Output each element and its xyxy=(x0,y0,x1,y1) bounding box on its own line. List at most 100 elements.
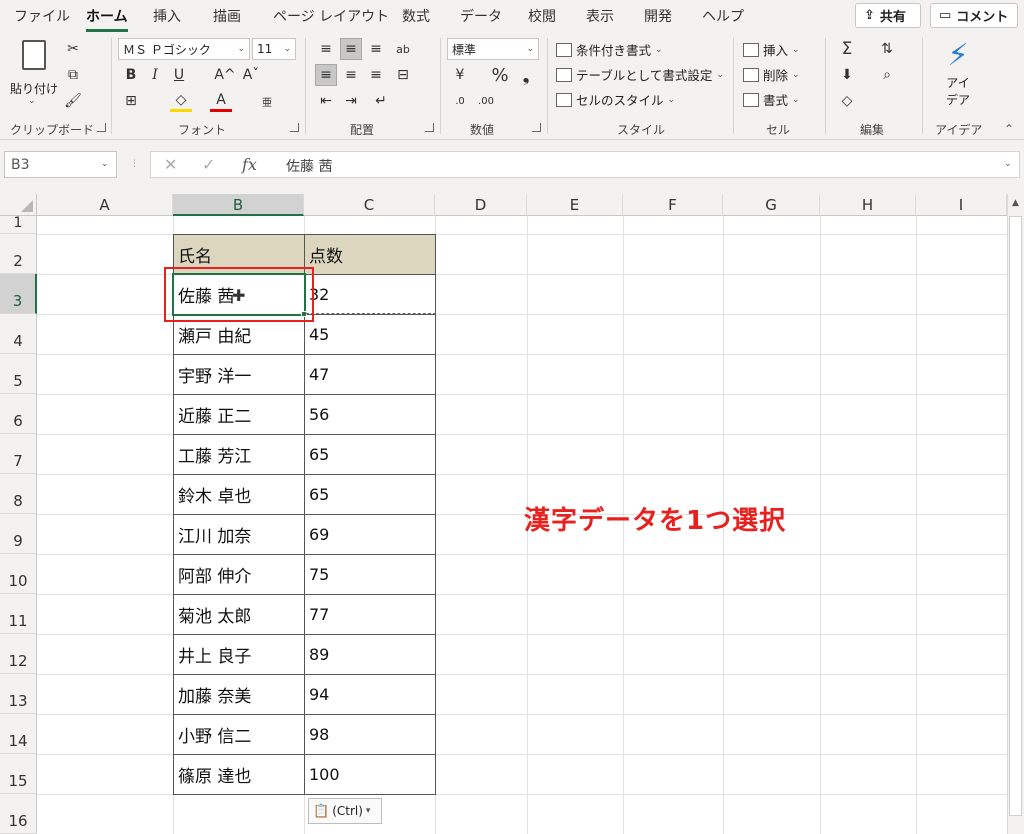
score-cell[interactable]: 94 xyxy=(305,675,435,714)
share-button[interactable]: ⇪ 共有 xyxy=(855,3,921,28)
currency-icon[interactable]: ¥ xyxy=(449,64,471,86)
autosum-icon[interactable]: Σ xyxy=(836,38,858,60)
name-cell[interactable]: 加藤 奈美 xyxy=(174,675,304,714)
score-cell[interactable]: 100 xyxy=(305,755,435,794)
format-cells-button[interactable]: 書式 ⌄ xyxy=(743,90,800,109)
column-header-f[interactable]: F xyxy=(623,194,723,216)
orientation-icon[interactable]: ab xyxy=(392,38,414,60)
align-bottom-icon[interactable]: ≡ xyxy=(365,38,387,60)
score-cell[interactable]: 45 xyxy=(305,315,435,354)
row-header-13[interactable]: 13 xyxy=(0,674,37,714)
align-right-icon[interactable]: ≡ xyxy=(365,64,387,86)
name-box-dropdown-icon[interactable]: ⌄ xyxy=(101,159,109,169)
expand-formula-bar-icon[interactable]: ⌄ xyxy=(1004,159,1012,169)
scrollbar-thumb[interactable] xyxy=(1009,216,1022,816)
align-middle-icon[interactable]: ≡ xyxy=(340,38,362,60)
collapse-ribbon-icon[interactable]: ⌃ xyxy=(1004,122,1014,136)
cancel-icon[interactable]: ✕ xyxy=(164,155,177,174)
decrease-decimal-icon[interactable]: .00 xyxy=(475,90,497,112)
column-header-b[interactable]: B xyxy=(173,194,304,216)
name-cell[interactable]: 工藤 芳江 xyxy=(174,435,304,474)
name-cell[interactable]: 阿部 伸介 xyxy=(174,555,304,594)
column-header-e[interactable]: E xyxy=(527,194,623,216)
borders-icon[interactable]: ⊞ xyxy=(120,90,142,112)
italic-button[interactable]: I xyxy=(144,64,166,86)
cell-styles-button[interactable]: セルのスタイル ⌄ xyxy=(556,90,675,109)
column-header-i[interactable]: I xyxy=(916,194,1007,216)
fill-color-icon[interactable]: ◇ xyxy=(170,90,192,112)
formula-input[interactable] xyxy=(150,151,1020,178)
merge-center-icon[interactable]: ⊟ xyxy=(392,64,414,86)
insert-cells-button[interactable]: 挿入 ⌄ xyxy=(743,40,800,59)
row-header-8[interactable]: 8 xyxy=(0,474,37,514)
font-color-icon[interactable]: A xyxy=(210,90,232,112)
tab-draw[interactable]: 描画 xyxy=(213,6,241,26)
name-cell[interactable]: 菊池 太郎 xyxy=(174,595,304,634)
score-cell[interactable]: 65 xyxy=(305,435,435,474)
tab-insert[interactable]: 挿入 xyxy=(153,6,181,26)
underline-button[interactable]: U xyxy=(168,64,190,86)
font-name-select[interactable]: ＭＳ Ｐゴシック ⌄ xyxy=(118,38,250,60)
align-top-icon[interactable]: ≡ xyxy=(315,38,337,60)
name-cell[interactable]: 井上 良子 xyxy=(174,635,304,674)
tab-help[interactable]: ヘルプ xyxy=(702,6,744,26)
ideas-button[interactable]: ⚡ アイ デア xyxy=(935,38,981,112)
number-format-select[interactable]: 標準 ⌄ xyxy=(447,38,539,60)
vertical-scrollbar[interactable]: ▲ xyxy=(1007,194,1024,834)
row-header-4[interactable]: 4 xyxy=(0,314,37,354)
font-launcher-icon[interactable] xyxy=(290,123,299,132)
number-launcher-icon[interactable] xyxy=(532,123,541,132)
wrap-text-icon[interactable]: ↵ xyxy=(370,90,392,112)
shrink-font-button[interactable]: Aˇ xyxy=(240,64,262,86)
format-as-table-button[interactable]: テーブルとして書式設定 ⌄ xyxy=(556,65,724,84)
align-center-icon[interactable]: ≡ xyxy=(340,64,362,86)
row-header-3[interactable]: 3 xyxy=(0,274,37,314)
percent-button[interactable]: % xyxy=(489,64,511,86)
worksheet-grid[interactable]: A B C D E F G H I 1 2 3 4 5 6 7 8 9 10 1… xyxy=(0,194,1024,834)
score-cell[interactable]: 32 xyxy=(305,275,435,314)
row-header-5[interactable]: 5 xyxy=(0,354,37,394)
tab-view[interactable]: 表示 xyxy=(586,6,614,26)
paste-options-button[interactable]: 📋 (Ctrl) ▾ xyxy=(308,798,382,824)
increase-decimal-icon[interactable]: .0 xyxy=(449,90,471,112)
phonetic-icon[interactable]: 亜 xyxy=(256,90,278,112)
tab-home[interactable]: ホーム xyxy=(86,6,128,32)
sort-filter-icon[interactable]: ⇅ xyxy=(876,38,898,60)
find-select-icon[interactable]: ⌕ xyxy=(876,64,898,86)
tab-page-layout[interactable]: ページ レイアウト xyxy=(273,6,389,26)
tab-review[interactable]: 校閲 xyxy=(528,6,556,26)
score-cell[interactable]: 89 xyxy=(305,635,435,674)
tab-file[interactable]: ファイル xyxy=(14,6,70,26)
score-cell[interactable]: 77 xyxy=(305,595,435,634)
row-header-7[interactable]: 7 xyxy=(0,434,37,474)
tab-data[interactable]: データ xyxy=(460,6,502,26)
tab-developer[interactable]: 開発 xyxy=(644,6,672,26)
score-cell[interactable]: 75 xyxy=(305,555,435,594)
increase-indent-icon[interactable]: ⇥ xyxy=(340,90,362,112)
align-left-icon[interactable]: ≡ xyxy=(315,64,337,86)
score-cell[interactable]: 47 xyxy=(305,355,435,394)
row-header-1[interactable]: 1 xyxy=(0,216,37,234)
row-header-16[interactable]: 16 xyxy=(0,794,37,834)
column-header-d[interactable]: D xyxy=(435,194,527,216)
name-cell[interactable]: 鈴木 卓也 xyxy=(174,475,304,514)
copy-icon[interactable]: ⧉ xyxy=(62,64,84,86)
column-header-h[interactable]: H xyxy=(820,194,916,216)
row-header-11[interactable]: 11 xyxy=(0,594,37,634)
enter-icon[interactable]: ✓ xyxy=(202,155,215,174)
font-size-select[interactable]: 11 ⌄ xyxy=(252,38,296,60)
decrease-indent-icon[interactable]: ⇤ xyxy=(315,90,337,112)
row-header-6[interactable]: 6 xyxy=(0,394,37,434)
name-cell[interactable]: 近藤 正二 xyxy=(174,395,304,434)
scroll-up-icon[interactable]: ▲ xyxy=(1012,198,1019,208)
name-cell[interactable]: 篠原 達也 xyxy=(174,755,304,794)
select-all-corner[interactable] xyxy=(0,194,37,216)
clipboard-launcher-icon[interactable] xyxy=(97,123,106,132)
row-header-10[interactable]: 10 xyxy=(0,554,37,594)
score-cell[interactable]: 69 xyxy=(305,515,435,554)
delete-cells-button[interactable]: 削除 ⌄ xyxy=(743,65,800,84)
column-header-g[interactable]: G xyxy=(723,194,820,216)
clear-icon[interactable]: ◇ xyxy=(836,90,858,112)
format-painter-icon[interactable]: 🖌 xyxy=(62,90,84,112)
alignment-launcher-icon[interactable] xyxy=(425,123,434,132)
